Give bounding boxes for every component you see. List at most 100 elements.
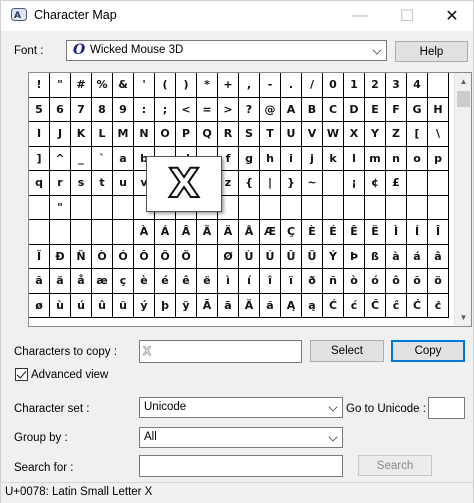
character-cell[interactable]: [29, 195, 50, 220]
character-cell[interactable]: Ó: [113, 244, 134, 269]
go-to-unicode-input[interactable]: [428, 397, 465, 419]
character-cell[interactable]: @: [260, 97, 281, 122]
copy-button[interactable]: Copy: [391, 340, 465, 362]
character-cell[interactable]: 0: [323, 73, 344, 98]
character-cell[interactable]: [: [407, 122, 428, 147]
character-cell[interactable]: É: [323, 220, 344, 245]
select-button[interactable]: Select: [310, 340, 384, 362]
characters-to-copy-field[interactable]: X: [139, 340, 302, 363]
character-cell[interactable]: [50, 220, 71, 245]
character-cell[interactable]: ^: [50, 146, 71, 171]
character-cell[interactable]: í: [239, 269, 260, 294]
character-set-dropdown[interactable]: Unicode: [139, 397, 343, 418]
character-cell[interactable]: ì: [218, 269, 239, 294]
character-cell[interactable]: [365, 195, 386, 220]
character-cell[interactable]: I: [29, 122, 50, 147]
character-cell[interactable]: ć: [344, 293, 365, 318]
character-cell[interactable]: ą: [302, 293, 323, 318]
character-cell[interactable]: Ô: [134, 244, 155, 269]
character-cell[interactable]: >: [218, 97, 239, 122]
character-cell[interactable]: S: [239, 122, 260, 147]
character-cell[interactable]: U: [281, 122, 302, 147]
character-cell[interactable]: 1: [344, 73, 365, 98]
character-cell[interactable]: [92, 195, 113, 220]
character-cell[interactable]: ā: [218, 293, 239, 318]
character-cell[interactable]: Ä: [218, 220, 239, 245]
character-cell[interactable]: [386, 195, 407, 220]
character-cell[interactable]: K: [71, 122, 92, 147]
character-cell[interactable]: à: [386, 244, 407, 269]
character-cell[interactable]: V: [302, 122, 323, 147]
character-cell[interactable]: R: [218, 122, 239, 147]
character-cell[interactable]: Ê: [344, 220, 365, 245]
character-cell[interactable]: `: [92, 146, 113, 171]
scroll-up-arrow-icon[interactable]: ▲: [455, 73, 471, 90]
character-cell[interactable]: D: [344, 97, 365, 122]
character-cell[interactable]: Ç: [281, 220, 302, 245]
character-cell[interactable]: Ò: [92, 244, 113, 269]
character-cell[interactable]: ): [176, 73, 197, 98]
character-cell[interactable]: |: [260, 171, 281, 196]
character-cell[interactable]: õ: [407, 269, 428, 294]
search-button[interactable]: Search: [358, 455, 432, 476]
character-cell[interactable]: [407, 195, 428, 220]
character-cell[interactable]: ù: [50, 293, 71, 318]
grid-scrollbar[interactable]: ▲ ▼: [454, 73, 471, 326]
character-cell[interactable]: L: [92, 122, 113, 147]
character-cell[interactable]: [260, 195, 281, 220]
character-cell[interactable]: O: [155, 122, 176, 147]
character-cell[interactable]: %: [92, 73, 113, 98]
character-cell[interactable]: r: [50, 171, 71, 196]
advanced-view-label[interactable]: Advanced view: [31, 369, 108, 381]
character-cell[interactable]: k: [323, 146, 344, 171]
character-cell[interactable]: £: [386, 171, 407, 196]
character-cell[interactable]: 5: [29, 97, 50, 122]
character-cell[interactable]: á: [407, 244, 428, 269]
character-cell[interactable]: 4: [407, 73, 428, 98]
character-cell[interactable]: (: [155, 73, 176, 98]
character-cell[interactable]: [113, 220, 134, 245]
character-cell[interactable]: Ð: [50, 244, 71, 269]
character-cell[interactable]: T: [260, 122, 281, 147]
character-cell[interactable]: [407, 171, 428, 196]
character-cell[interactable]: 6: [50, 97, 71, 122]
character-cell[interactable]: ò: [344, 269, 365, 294]
character-cell[interactable]: Ø: [218, 244, 239, 269]
character-cell[interactable]: ø: [29, 293, 50, 318]
character-cell[interactable]: }: [281, 171, 302, 196]
character-cell[interactable]: :: [134, 97, 155, 122]
character-cell[interactable]: À: [134, 220, 155, 245]
search-input[interactable]: [139, 455, 343, 477]
character-cell[interactable]: 3: [386, 73, 407, 98]
character-cell[interactable]: F: [386, 97, 407, 122]
character-cell[interactable]: ó: [365, 269, 386, 294]
character-cell[interactable]: ": [50, 73, 71, 98]
character-cell[interactable]: Ù: [239, 244, 260, 269]
character-cell[interactable]: Û: [281, 244, 302, 269]
character-cell[interactable]: Å: [239, 220, 260, 245]
character-cell[interactable]: i: [281, 146, 302, 171]
character-cell[interactable]: _: [71, 146, 92, 171]
character-cell[interactable]: [323, 171, 344, 196]
character-cell[interactable]: [302, 195, 323, 220]
character-cell[interactable]: ,: [239, 73, 260, 98]
group-by-dropdown[interactable]: All: [139, 427, 343, 448]
character-cell[interactable]: .: [281, 73, 302, 98]
character-cell[interactable]: è: [134, 269, 155, 294]
character-cell[interactable]: Ą: [281, 293, 302, 318]
character-cell[interactable]: j: [302, 146, 323, 171]
character-cell[interactable]: ã: [29, 269, 50, 294]
character-cell[interactable]: ċ: [428, 293, 449, 318]
character-cell[interactable]: h: [260, 146, 281, 171]
character-cell[interactable]: q: [29, 171, 50, 196]
character-cell[interactable]: é: [155, 269, 176, 294]
character-cell[interactable]: Ú: [260, 244, 281, 269]
character-cell[interactable]: G: [407, 97, 428, 122]
character-cell[interactable]: \: [428, 122, 449, 147]
character-cell[interactable]: Õ: [155, 244, 176, 269]
character-cell[interactable]: Ă: [239, 293, 260, 318]
character-cell[interactable]: [428, 195, 449, 220]
character-cell[interactable]: ç: [113, 269, 134, 294]
character-cell[interactable]: Ā: [197, 293, 218, 318]
character-cell[interactable]: [113, 195, 134, 220]
